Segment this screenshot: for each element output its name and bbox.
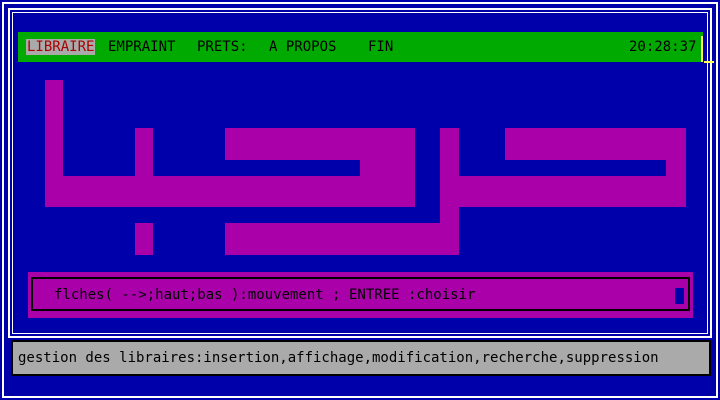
banner-block: [666, 160, 686, 176]
status-text: gestion des libraires:insertion,affichag…: [18, 350, 659, 366]
edge-cursor-mark: [701, 36, 703, 62]
banner-block: [45, 176, 415, 207]
menu-item-a-propos[interactable]: A PROPOS: [269, 39, 336, 55]
edge-cursor-mark: [704, 61, 714, 63]
menu-item-libraire[interactable]: LIBRAIRE: [26, 39, 96, 55]
menu-item-empraint[interactable]: EMPRAINT: [108, 39, 175, 55]
banner-block: [135, 223, 153, 255]
clock: 20:28:37: [629, 39, 697, 55]
menu-item-fin[interactable]: FIN: [368, 39, 393, 55]
menu-item-prets[interactable]: PRETS:: [197, 39, 248, 55]
banner-block: [135, 128, 153, 176]
banner-block: [360, 160, 415, 176]
help-text: flches( -->;haut;bas ):mouvement ; ENTRE…: [54, 287, 476, 303]
banner-block: [225, 128, 415, 160]
text-cursor: [675, 288, 684, 304]
banner-block: [225, 223, 459, 255]
banner-block: [505, 128, 686, 160]
banner-block: [440, 176, 686, 207]
